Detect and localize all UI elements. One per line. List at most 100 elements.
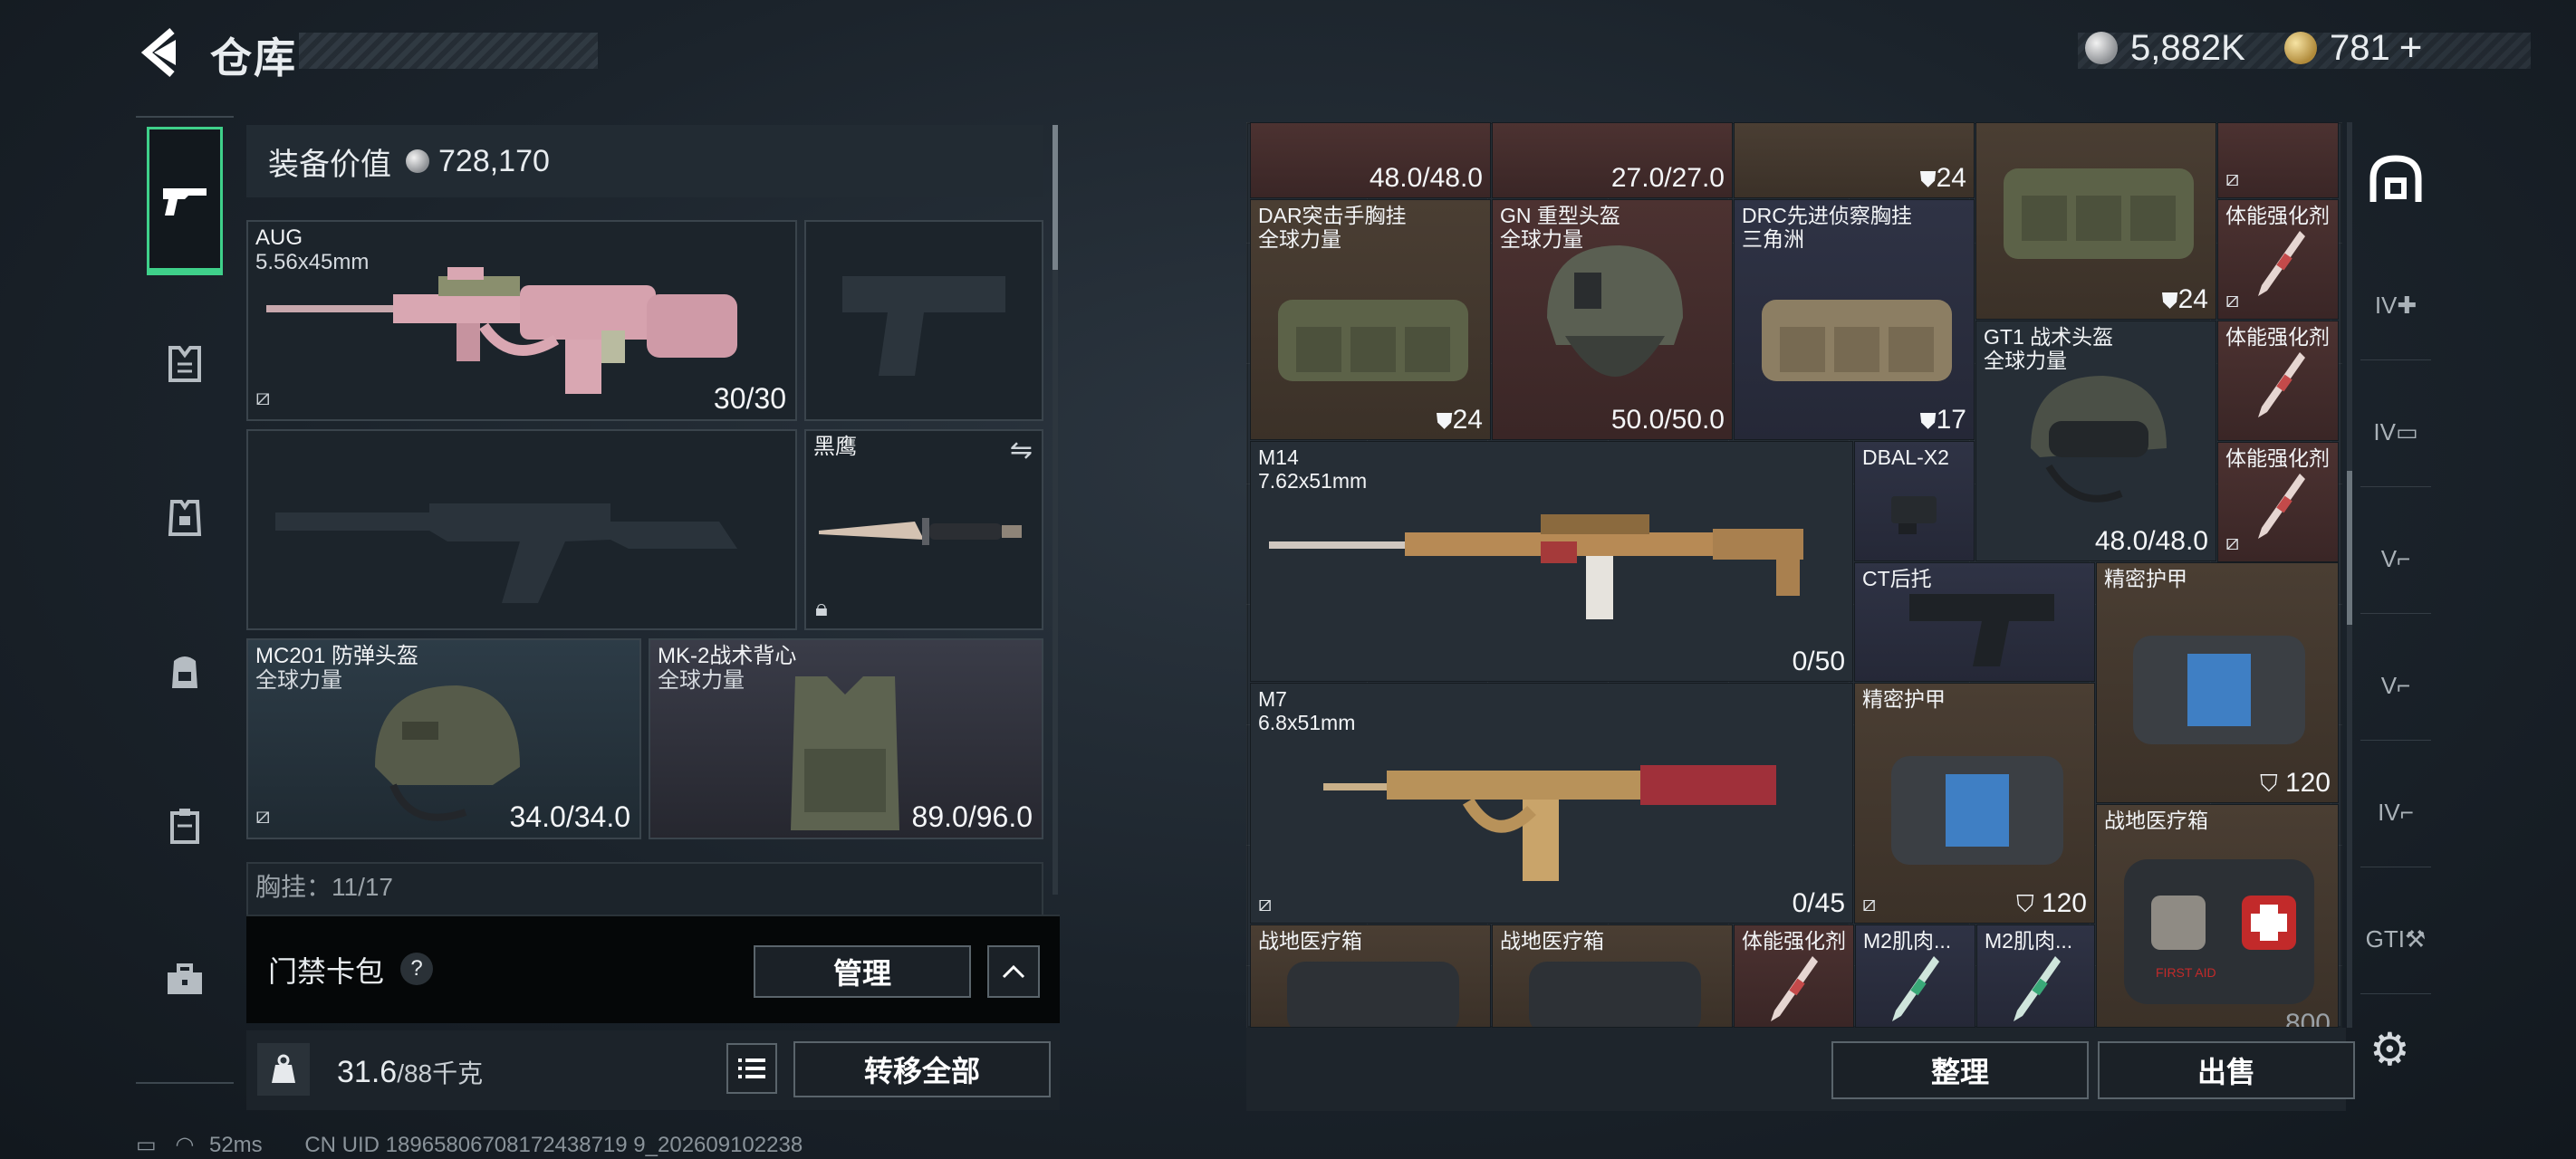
inventory-item-dar[interactable]: DAR突击手胸挂 全球力量 ⛊24 (1250, 199, 1491, 440)
gun-case-icon: ⌐ (2397, 545, 2411, 572)
manage-button[interactable]: 管理 (754, 945, 971, 998)
inventory-item-m14[interactable]: M14 7.62x51mm 0/50 (1250, 441, 1853, 682)
weight-icon (257, 1043, 310, 1096)
primary-weapon-slot[interactable]: AUG 5.56x45mm ⧄ 30/30 (246, 220, 797, 421)
inventory-item-medkit[interactable]: 战地医疗箱 FIRST AID 800 (2096, 804, 2339, 1028)
no-insure-icon: ⧄ (1862, 892, 1877, 916)
inventory-item-medkit[interactable]: 战地医疗箱 (1250, 924, 1491, 1028)
inventory-item-precision-armor[interactable]: 精密护甲 ⛉ 120 (2096, 562, 2339, 803)
chevron-up-icon[interactable] (987, 945, 1040, 998)
tab-storage-tool[interactable]: GTI ⚒︎ (2360, 886, 2431, 994)
rail-armor[interactable] (147, 480, 223, 556)
toolkit-icon (168, 963, 202, 994)
inventory-item-m7[interactable]: M7 6.8x51mm ⧄ 0/45 (1250, 683, 1853, 924)
inventory-item-drc[interactable]: DRC先进侦察胸挂 三角洲 ⛊17 (1734, 199, 1975, 440)
inventory-item-precision-armor[interactable]: 精密护甲 ⧄ ⛉ 120 (1854, 683, 2095, 924)
equipment-value-bar: 装备价值 728,170 (246, 125, 1043, 197)
aug-rifle-icon (266, 267, 737, 394)
armor-icon (168, 500, 202, 536)
gear-icon[interactable]: ⚙︎ (2369, 1023, 2410, 1076)
stock-icon (1909, 594, 2054, 666)
inventory-item-medkit[interactable]: 战地医疗箱 (1492, 924, 1733, 1028)
chest-rig-row[interactable]: 胸挂：11/17 (246, 862, 1043, 916)
gold-currency[interactable]: 781 + (2284, 25, 2422, 71)
equipment-scroll-thumb[interactable] (1053, 125, 1058, 270)
inventory-item[interactable]: 48.0/48.0 (1250, 122, 1491, 198)
inventory-item-stim[interactable]: 体能强化剂 (2217, 321, 2339, 441)
inventory-item-stim[interactable]: 体能强化剂 ⧄ (2217, 442, 2339, 562)
inventory-item-stim[interactable]: ⧄ (2217, 122, 2339, 198)
inventory-item[interactable]: ⛊24 (1734, 122, 1975, 198)
secondary-weapon-slot-empty[interactable] (246, 429, 797, 630)
inventory-item-stim[interactable]: 体能强化剂 (1734, 924, 1854, 1028)
pistol-slot-empty[interactable] (804, 220, 1043, 421)
back-arrow-icon[interactable] (136, 25, 181, 80)
tool-icon: ⚒︎ (2405, 925, 2427, 953)
list-view-icon[interactable] (726, 1043, 777, 1094)
inventory-item-m2[interactable]: M2肌肉... (1976, 924, 2095, 1028)
body-armor-slot[interactable]: MK-2战术背心 全球力量 89.0/96.0 (649, 638, 1043, 839)
gun-case-icon: ⌐ (2397, 672, 2411, 699)
tab-main-storage[interactable] (2360, 125, 2431, 234)
status-bar: ▭ ◠ 52ms CN UID 18965806708172438719 9_2… (136, 1133, 803, 1157)
syringe-icon (2014, 956, 2061, 1021)
silver-coin-icon (2085, 32, 2118, 64)
help-icon[interactable]: ? (400, 953, 433, 985)
melee-slot[interactable]: 黑鹰 ⇋ 🔒︎ (804, 429, 1043, 630)
inventory-item-gt1-helmet[interactable]: GT1 战术头盔 全球力量 48.0/48.0 (1975, 321, 2216, 561)
inventory-item-dbal[interactable]: DBAL-X2 (1854, 441, 1975, 561)
battery-icon: ▭ (136, 1133, 157, 1157)
swap-icon[interactable]: ⇋ (1010, 435, 1033, 466)
vest-icon (168, 346, 201, 382)
no-insure-icon: ⧄ (255, 383, 271, 410)
rail-backpack[interactable] (147, 634, 223, 710)
inventory-item-stim[interactable]: 体能强化剂 ⧄ (2217, 199, 2339, 320)
tactical-helmet-icon (2031, 376, 2167, 503)
tab-storage-gun-3[interactable]: IV ⌐ (2360, 759, 2431, 867)
inventory-item-m2[interactable]: M2肌肉... (1855, 924, 1975, 1028)
rail-chest-rig[interactable] (147, 326, 223, 402)
syringe-icon (2258, 474, 2305, 539)
inventory-item-rig[interactable]: ⛊24 (1975, 122, 2216, 320)
tab-storage-gun[interactable]: V ⌐ (2360, 505, 2431, 614)
syringe-icon (1892, 956, 1939, 1021)
transfer-all-button[interactable]: 转移全部 (793, 1041, 1051, 1097)
first-aid-icon: FIRST AID (2124, 859, 2314, 1004)
storage-tab-rail: IV ✚ IV ▭ V ⌐ V ⌐ IV ⌐ GTI ⚒︎ (2360, 125, 2431, 994)
heavy-helmet-icon (1547, 245, 1683, 377)
rail-case[interactable] (147, 788, 223, 864)
shield-icon: ⛉ (2016, 890, 2034, 917)
rail-toolkit[interactable] (147, 942, 223, 1018)
vest-icon: ⛊ (2161, 289, 2178, 313)
medkit-icon (1529, 962, 1701, 1027)
rifle-placeholder-icon (275, 503, 737, 603)
vest-icon: ⛊ (1436, 409, 1453, 434)
tab-storage-medical[interactable]: IV ✚ (2360, 252, 2431, 360)
pistol-placeholder-icon (842, 276, 1005, 376)
knife-icon (819, 518, 1022, 545)
no-insure-icon: ⧄ (2225, 167, 2240, 191)
page-title: 仓库 (210, 34, 297, 81)
inventory-item-gn-helmet[interactable]: GN 重型头盔 全球力量 50.0/50.0 (1492, 199, 1733, 440)
syringe-icon (1771, 956, 1818, 1021)
inventory-scroll-thumb[interactable] (2347, 471, 2352, 625)
inventory-item-ct-stock[interactable]: CT后托 (1854, 562, 2095, 682)
rig-capacity: ⛊24 (1919, 163, 1966, 193)
vest-icon: ⛊ (1919, 409, 1937, 434)
vest-icon (791, 676, 899, 830)
m14-rifle-icon (1269, 514, 1803, 619)
rail-weapons[interactable] (147, 127, 223, 275)
first-aid-label: FIRST AID (2156, 965, 2216, 980)
inventory-item[interactable]: 27.0/27.0 (1492, 122, 1733, 198)
sell-button[interactable]: 出售 (2098, 1041, 2355, 1099)
armor-plate-icon (1891, 756, 2063, 865)
medical-plus-icon: ✚ (2397, 292, 2417, 319)
armor-plate-icon (2133, 636, 2305, 744)
tab-storage-folder[interactable]: IV ▭ (2360, 378, 2431, 487)
no-insure-icon: ⧄ (2225, 531, 2240, 555)
sort-button[interactable]: 整理 (1831, 1041, 2089, 1099)
helmet-slot[interactable]: MC201 防弹头盔 全球力量 ⧄ 34.0/34.0 (246, 638, 641, 839)
no-insure-icon: ⧄ (255, 801, 271, 829)
add-gold-icon[interactable]: + (2399, 25, 2423, 71)
tab-storage-gun-2[interactable]: V ⌐ (2360, 632, 2431, 741)
